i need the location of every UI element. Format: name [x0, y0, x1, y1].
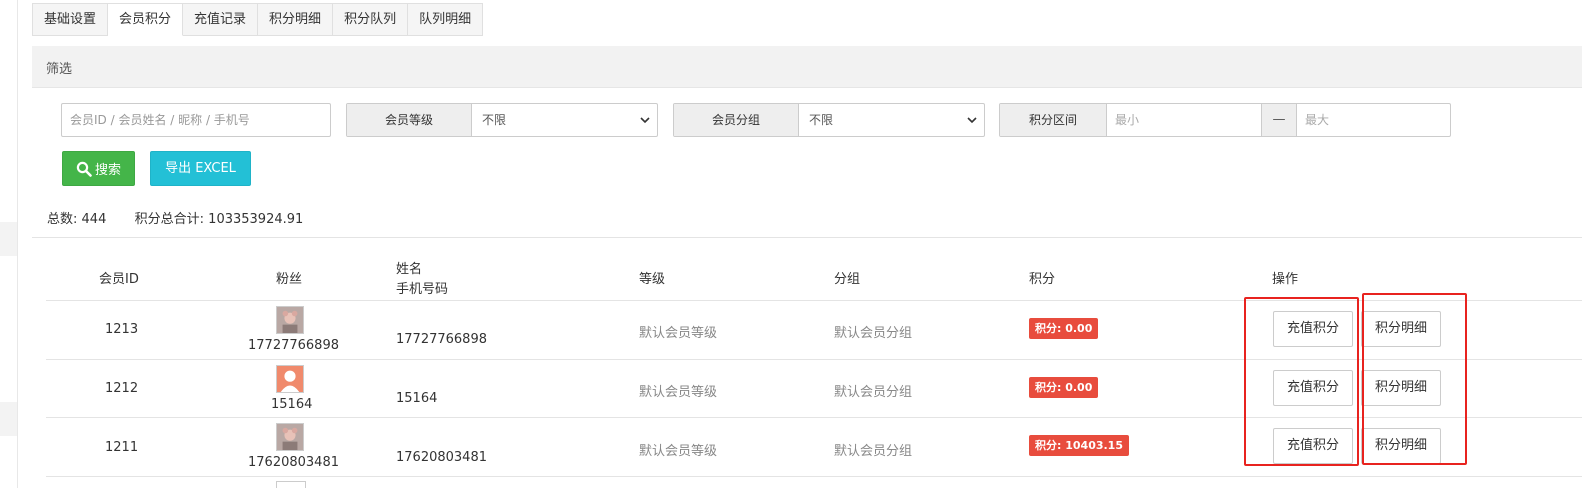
search-input[interactable]: 会员ID / 会员姓名 / 昵称 / 手机号: [61, 103, 331, 137]
member-id: 1211: [105, 440, 139, 455]
sidebar-block: [0, 402, 17, 436]
divider: [32, 237, 1582, 238]
points-total-value: 103353924.91: [208, 212, 304, 227]
column-header-phone: 手机号码: [396, 282, 449, 297]
tab-points-detail[interactable]: 积分明细: [258, 3, 334, 36]
search-icon: [76, 161, 92, 177]
points-badge: 积分: 10403.15: [1029, 435, 1129, 456]
tab-queue-detail[interactable]: 队列明细: [408, 3, 484, 36]
group-filter: 会员分组 不限: [673, 103, 985, 137]
range-separator: —: [1261, 104, 1297, 136]
tab-member-points[interactable]: 会员积分: [108, 3, 184, 36]
photo-avatar-icon: [276, 423, 304, 451]
fan-name: 17620803481: [248, 455, 339, 470]
photo-avatar-icon: [276, 306, 304, 334]
chevron-down-icon: [967, 117, 977, 124]
search-button-label: 搜索: [94, 163, 121, 178]
member-level: 默认会员等级: [639, 385, 718, 400]
column-header-points: 积分: [1029, 272, 1056, 287]
level-filter: 会员等级 不限: [346, 103, 658, 137]
column-header-id: 会员ID: [99, 272, 139, 287]
tab-points-queue[interactable]: 积分队列: [333, 3, 409, 36]
total-count: 444: [81, 212, 107, 227]
points-total-label: 积分总合计:: [134, 212, 205, 227]
level-select[interactable]: 不限: [472, 104, 657, 136]
next-row-avatar: [276, 481, 306, 488]
member-group: 默认会员分组: [834, 444, 913, 459]
tab-recharge-records[interactable]: 充值记录: [183, 3, 259, 36]
highlight-box-detail: [1362, 293, 1467, 465]
fan-name: 17727766898: [248, 338, 339, 353]
tab-bar: 基础设置 会员积分 充值记录 积分明细 积分队列 队列明细: [32, 3, 484, 36]
sidebar-edge: [0, 0, 18, 488]
filter-panel-header: 筛选: [32, 46, 1582, 88]
points-range-label: 积分区间: [1000, 104, 1107, 136]
column-header-group: 分组: [834, 272, 861, 287]
chevron-down-icon: [640, 117, 650, 124]
row-divider: [46, 476, 1582, 477]
points-badge: 积分: 0.00: [1029, 377, 1099, 398]
column-header-fans: 粉丝: [276, 272, 303, 287]
member-id: 1212: [105, 381, 139, 396]
phone-number: 17727766898: [396, 332, 487, 347]
search-button[interactable]: 搜索: [62, 151, 135, 186]
member-level: 默认会员等级: [639, 326, 718, 341]
column-header-level: 等级: [639, 272, 666, 287]
phone-number: 17620803481: [396, 450, 487, 465]
points-max-input[interactable]: 最大: [1297, 104, 1447, 136]
member-group: 默认会员分组: [834, 385, 913, 400]
total-label: 总数:: [47, 212, 78, 227]
group-filter-label: 会员分组: [674, 104, 799, 136]
points-badge: 积分: 0.00: [1029, 318, 1099, 339]
fan-name: 15164: [271, 397, 313, 412]
highlight-box-recharge: [1244, 297, 1359, 466]
sidebar-block: [0, 222, 17, 256]
column-header-actions: 操作: [1272, 272, 1299, 287]
group-select-value: 不限: [809, 113, 834, 127]
member-group: 默认会员分组: [834, 326, 913, 341]
group-select[interactable]: 不限: [799, 104, 984, 136]
member-id: 1213: [105, 322, 139, 337]
filter-title: 筛选: [46, 62, 73, 77]
level-select-value: 不限: [482, 113, 507, 127]
points-min-input[interactable]: 最小: [1107, 104, 1261, 136]
member-level: 默认会员等级: [639, 444, 718, 459]
phone-number: 15164: [396, 391, 438, 406]
summary-line: 总数: 444 积分总合计: 103353924.91: [47, 208, 303, 227]
column-header-name: 姓名: [396, 262, 423, 277]
tab-basic-settings[interactable]: 基础设置: [32, 3, 109, 36]
points-range-filter: 积分区间 最小 — 最大: [999, 103, 1451, 137]
default-avatar-icon: [276, 365, 304, 393]
level-filter-label: 会员等级: [347, 104, 472, 136]
export-excel-button[interactable]: 导出 EXCEL: [150, 151, 251, 186]
